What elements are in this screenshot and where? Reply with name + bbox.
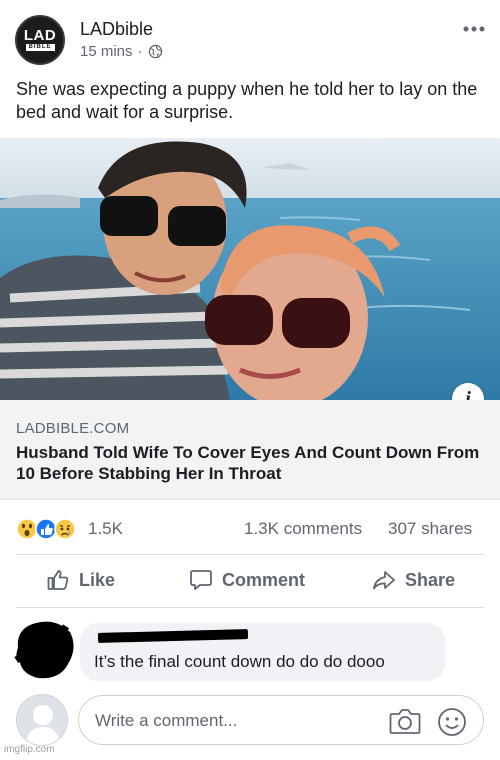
like-label: Like [79,569,116,590]
share-button[interactable]: Share [372,568,455,592]
comment-input[interactable]: Write a comment... [78,695,484,745]
comments-count[interactable]: 1.3K comments [244,519,362,539]
camera-icon[interactable] [389,707,421,735]
link-domain: LADBIBLE.COM [16,420,130,437]
reaction-count[interactable]: 1.5K [88,519,123,539]
link-preview-image[interactable] [0,138,500,400]
thumbs-up-icon [47,570,69,590]
post-time[interactable]: 15 mins [80,43,133,60]
comment-label: Comment [222,569,306,590]
divider [16,607,484,608]
couple-photo [0,138,500,400]
link-title: Husband Told Wife To Cover Eyes And Coun… [16,443,480,483]
wow-reaction-icon [16,518,38,540]
shares-count[interactable]: 307 shares [388,519,472,539]
share-label: Share [405,569,456,590]
page-logo-subtext: BIBLE [25,44,55,51]
page-name[interactable]: LADbible [80,19,153,40]
meta-separator: · [137,43,143,60]
comment-item: It’s the final count down do do do dooo [0,618,500,686]
page-logo-text: LAD [23,27,57,44]
link-preview[interactable]: LADBIBLE.COM Husband Told Wife To Cover … [0,400,500,500]
watermark: imgflip.com [4,744,55,755]
comment-input-placeholder: Write a comment... [95,711,238,730]
globe-icon [148,44,162,59]
redacted-name [97,629,249,643]
share-arrow-icon [373,571,395,590]
comment-text: It’s the final count down do do do dooo [94,652,385,671]
post-meta: 15 mins · [80,43,163,60]
comment-button[interactable]: Comment [189,568,305,592]
comment-icon [190,570,212,590]
commenter-avatar-redacted[interactable] [12,618,78,684]
comment-bubble[interactable]: It’s the final count down do do do dooo [80,623,445,681]
more-horizontal-icon[interactable] [462,22,486,36]
like-reaction-icon [35,518,57,540]
reaction-icons[interactable] [16,518,86,540]
default-avatar-icon [17,695,67,745]
page-avatar[interactable]: LAD BIBLE [15,15,65,65]
user-avatar[interactable] [16,694,68,746]
sad-reaction-icon [54,518,76,540]
post-header: LAD BIBLE LADbible 15 mins · [0,0,500,70]
comment-composer: Write a comment... [0,690,500,748]
post-text: She was expecting a puppy when he told h… [16,79,478,122]
actions-row: Like Comment Share [0,560,500,606]
divider [16,554,484,555]
emoji-icon[interactable] [437,707,467,737]
reactions-row: 1.5K 1.3K comments 307 shares [0,510,500,548]
like-button[interactable]: Like [46,568,115,592]
